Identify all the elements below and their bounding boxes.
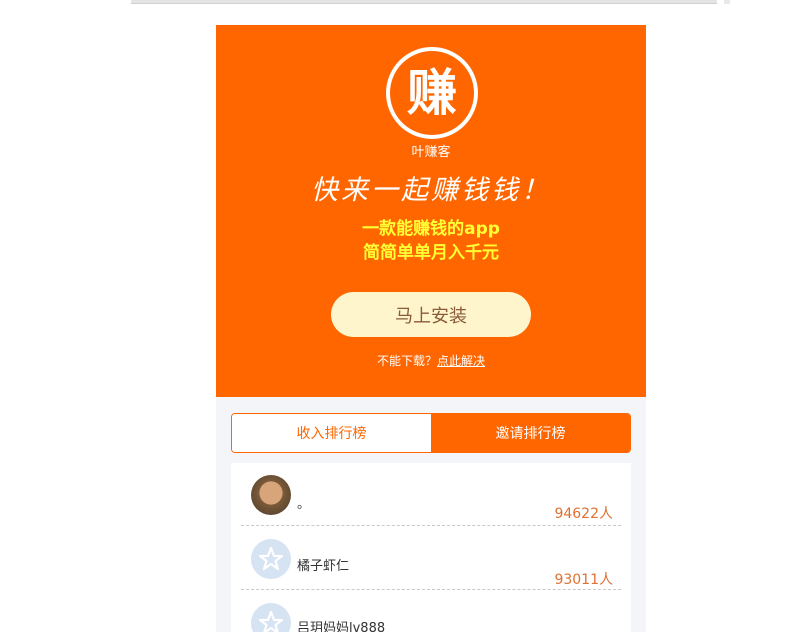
download-help-link[interactable]: 点此解决: [437, 354, 485, 368]
app-logo: 赚: [386, 47, 478, 139]
default-star-icon: [251, 603, 291, 632]
mobile-page: 赚 叶赚客 快来一起赚钱钱！ 一款能赚钱的app 简简单单月入千元 马上安装 不…: [216, 25, 646, 632]
list-item[interactable]: 。 94622人: [241, 463, 621, 526]
invite-count: 93011人: [554, 572, 613, 588]
browser-top-edge-right: [724, 0, 730, 4]
app-name: 叶赚客: [411, 145, 451, 160]
user-name: 吕玥妈妈lv888: [297, 621, 386, 632]
list-item[interactable]: 橘子虾仁 93011人: [241, 527, 621, 590]
browser-top-edge: [131, 0, 717, 4]
avatar: [251, 475, 291, 515]
user-name: 橘子虾仁: [297, 559, 350, 574]
ranking-tabs: 收入排行榜 邀请排行榜: [231, 413, 631, 453]
tab-income-ranking[interactable]: 收入排行榜: [232, 414, 431, 452]
sub-line-2: 简简单单月入千元: [363, 243, 499, 263]
sub-line-1: 一款能赚钱的app: [362, 219, 500, 239]
logo-character: 赚: [407, 64, 457, 122]
default-star-icon: [251, 539, 291, 579]
list-item[interactable]: 吕玥妈妈lv888: [241, 591, 621, 632]
download-help: 不能下载？点此解决: [216, 352, 646, 369]
hero-banner: 赚 叶赚客 快来一起赚钱钱！ 一款能赚钱的app 简简单单月入千元 马上安装 不…: [216, 25, 646, 397]
user-name: 。: [297, 497, 311, 512]
install-button[interactable]: 马上安装: [331, 292, 531, 337]
ranking-list: 。 94622人 橘子虾仁 93011人 吕玥妈妈lv888: [231, 463, 631, 632]
slogan: 快来一起赚钱钱！: [311, 175, 551, 206]
download-help-text: 不能下载？: [376, 354, 437, 368]
invite-count: 94622人: [554, 506, 613, 522]
tab-invite-ranking[interactable]: 邀请排行榜: [431, 414, 630, 452]
